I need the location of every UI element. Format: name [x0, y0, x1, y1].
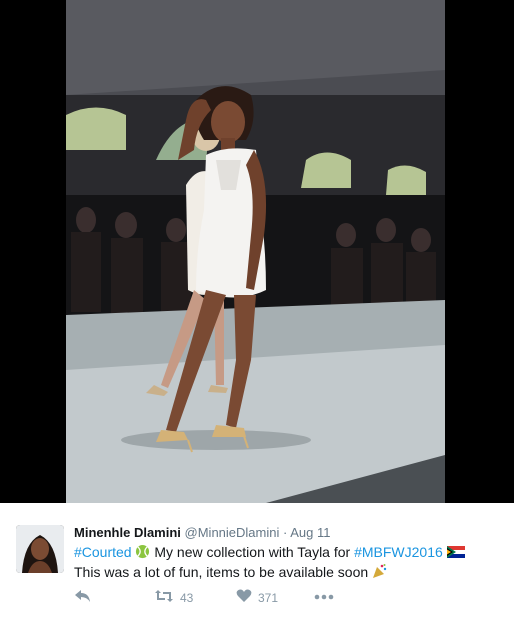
tweet-header: Minenhle Dlamini @MinnieDlamini · Aug 11 [74, 525, 331, 540]
reply-icon [74, 589, 92, 606]
hashtag-mbfwj2016[interactable]: #MBFWJ2016 [354, 544, 443, 560]
separator: · [283, 525, 288, 540]
party-popper-icon [372, 563, 388, 583]
tweet-card: Minenhle Dlamini @MinnieDlamini · Aug 11… [0, 503, 514, 626]
tweet-text-2: This was a lot of fun, items to be avail… [74, 564, 369, 580]
more-icon [314, 589, 334, 603]
heart-icon [236, 589, 252, 606]
tennis-ball-icon [135, 544, 150, 563]
tweet-media[interactable] [0, 0, 514, 503]
like-count: 371 [258, 590, 279, 605]
tweet-text-line-2: This was a lot of fun, items to be avail… [74, 563, 494, 583]
tweet-text-line-1: #Courted My new collection with Tayla fo… [74, 543, 494, 563]
avatar-image [16, 525, 64, 573]
tweet-text-1: My new collection with Tayla for [154, 544, 351, 560]
runway-photo[interactable] [66, 0, 445, 503]
south-africa-flag-icon [446, 544, 465, 562]
runway-photo-illustration [66, 0, 445, 503]
reply-button[interactable] [74, 589, 92, 606]
tweet-date[interactable]: Aug 11 [290, 525, 330, 540]
retweet-icon [154, 589, 174, 606]
display-name[interactable]: Minenhle Dlamini [74, 525, 181, 540]
hashtag-courted[interactable]: #Courted [74, 544, 132, 560]
more-button[interactable] [314, 589, 334, 603]
retweet-count: 43 [180, 590, 194, 605]
tweet-text: #Courted My new collection with Tayla fo… [74, 543, 494, 583]
like-button[interactable]: 371 [236, 589, 278, 606]
retweet-button[interactable]: 43 [154, 589, 193, 606]
handle[interactable]: @MinnieDlamini [185, 525, 280, 540]
tweet-actions: 43 371 [74, 589, 494, 609]
avatar[interactable] [16, 525, 64, 573]
